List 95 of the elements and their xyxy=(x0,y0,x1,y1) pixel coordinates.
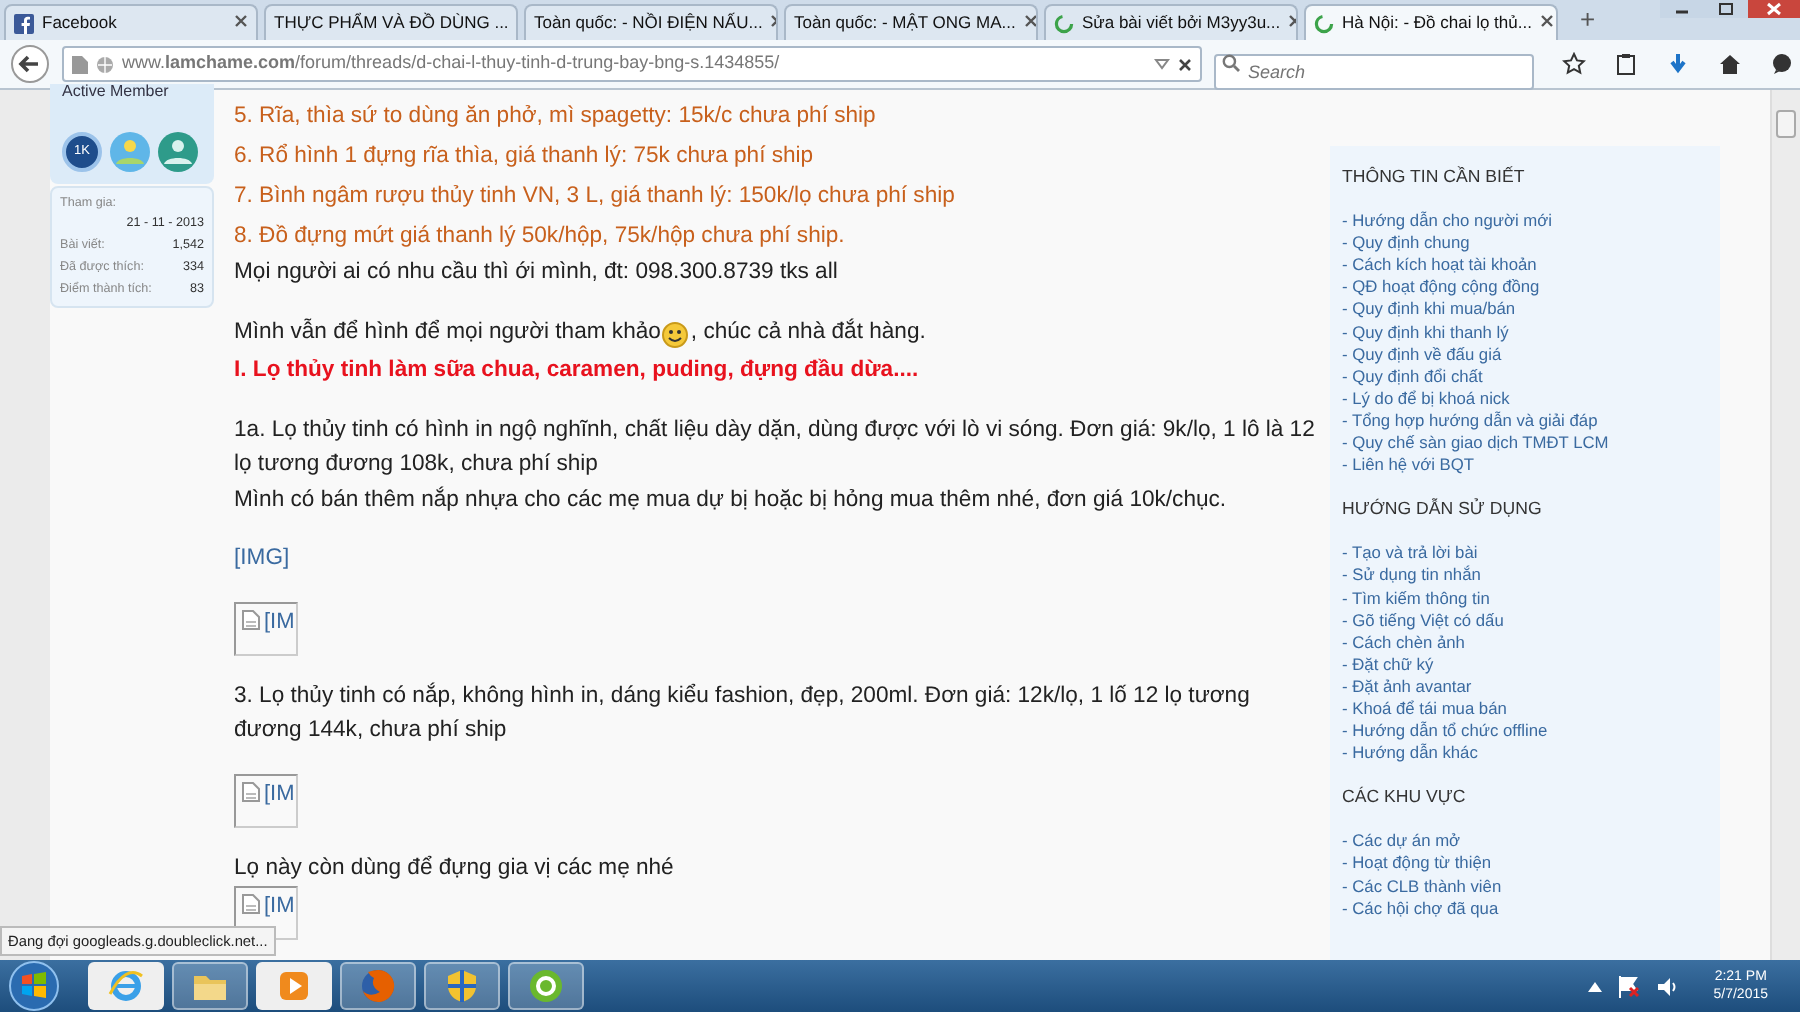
sidebar-link[interactable]: - Gõ tiếng Việt có dấu xyxy=(1342,609,1708,632)
sidebar-link[interactable]: - Đặt chữ ký xyxy=(1342,653,1708,676)
list-item-text: 5. Rĩa, thìa sứ to dùng ăn phở, mì spagetty: 15k/c chưa phí ship xyxy=(234,102,878,132)
sidebar-link[interactable]: - Hướng dẫn cho người mới xyxy=(1342,210,1708,233)
browser-icon xyxy=(108,968,144,1004)
close-icon xyxy=(234,13,248,28)
page-icon xyxy=(72,55,88,73)
sidebar-link[interactable]: - Sử dụng tin nhắn xyxy=(1342,564,1708,587)
flag-icon[interactable] xyxy=(1617,975,1640,997)
browser-tab[interactable]: Toàn quốc: - NỒI ĐIỆN NẤU... xyxy=(524,4,778,40)
sidebar-link[interactable]: - Đặt ảnh avantar xyxy=(1342,675,1708,698)
people-icon xyxy=(110,132,150,172)
globe-icon xyxy=(96,55,114,73)
star-icon[interactable] xyxy=(1562,52,1586,76)
back-icon[interactable] xyxy=(10,44,50,84)
loading-icon xyxy=(1314,13,1334,33)
taskbar-app[interactable] xyxy=(340,962,416,1010)
play-icon xyxy=(276,968,312,1004)
broken-image: [IM xyxy=(234,601,298,655)
chat-icon[interactable] xyxy=(1770,52,1794,76)
close-icon[interactable] xyxy=(1748,0,1800,18)
sidebar-link[interactable]: - Hướng dẫn khác xyxy=(1342,742,1708,765)
post-text: Lọ này còn dùng để đựng gia vị các mẹ nhé xyxy=(234,853,676,883)
browser-icon xyxy=(528,968,564,1004)
clipboard-icon[interactable] xyxy=(1614,52,1638,76)
minimize-icon[interactable] xyxy=(1660,0,1704,18)
start-icon[interactable] xyxy=(8,960,60,1012)
post-text: Mình có bán thêm nắp nhựa cho các mẹ mua dự bị hoặc bị hỏng mua thêm nhé, đơn giá 10k/chục. xyxy=(234,484,1229,515)
post-text: 1a. Lọ thủy tinh có hình in ngộ nghĩnh, chất liệu dày dặn, dùng được với lò vi sóng. Đơn giá: 9k/lọ, 1 lô là 12 lọ tương đương 108k, chưa phí ship xyxy=(234,415,1317,480)
post-text: Mọi người ai có nhu cầu thì ới mình, đt: 098.300.8739 tks all xyxy=(234,258,840,288)
sidebar-link[interactable]: - QĐ hoạt động cộng đồng xyxy=(1342,276,1708,299)
list-item-text: 8. Đồ đựng mứt giá thanh lý 50k/hộp, 75k/hộp chưa phí ship. xyxy=(234,222,847,252)
sidebar-link[interactable]: - Lý do để bị khoá nick xyxy=(1342,387,1708,410)
list-item-text: 7. Bình ngâm rượu thủy tinh VN, 3 L, giá thanh lý: 150k/lọ chưa phí ship xyxy=(234,182,957,212)
up-arrow-icon[interactable] xyxy=(1587,981,1602,991)
sidebar-link[interactable]: - Quy định đổi chất xyxy=(1342,365,1708,388)
sidebar-link[interactable]: - Hướng dẫn tổ chức offline xyxy=(1342,720,1708,743)
sidebar-link[interactable]: - Tạo và trả lời bài xyxy=(1342,542,1708,565)
broken-image: [IM xyxy=(234,773,298,827)
sidebar-link[interactable]: - Quy định chung xyxy=(1342,232,1708,255)
image-link[interactable]: [IMG] xyxy=(234,546,290,570)
section-title: THÔNG TIN CẦN BIẾT xyxy=(1342,166,1527,189)
scrollbar-thumb[interactable] xyxy=(1776,110,1796,138)
broken-image-icon xyxy=(242,894,260,914)
section-title: HƯỚNG DẪN SỬ DỤNG xyxy=(1342,498,1544,521)
taskbar-app[interactable] xyxy=(424,962,500,1010)
section-heading: I. Lọ thủy tinh làm sữa chua, caramen, puding, đựng đầu dừa.... xyxy=(234,356,921,386)
dropdown-icon[interactable] xyxy=(1154,58,1170,70)
close-icon xyxy=(1539,13,1554,28)
home-icon[interactable] xyxy=(1718,52,1742,76)
browser-tab[interactable]: Sửa bài viết bởi M3yy3u... xyxy=(1044,4,1298,40)
sidebar-link[interactable]: - Liên hệ với BQT xyxy=(1342,454,1708,477)
facebook-icon xyxy=(14,13,34,33)
scrollbar[interactable] xyxy=(1770,90,1800,960)
broken-image-icon xyxy=(242,609,260,629)
post-text: , chúc cả nhà đắt hàng. xyxy=(690,319,926,343)
download-icon[interactable] xyxy=(1666,52,1690,76)
search-icon xyxy=(1222,54,1240,72)
new-tab-button[interactable]: + xyxy=(1580,0,1596,40)
close-icon[interactable] xyxy=(1178,57,1192,71)
browser-icon xyxy=(360,968,396,1004)
sidebar-link[interactable]: - Quy định khi mua/bán xyxy=(1342,298,1708,322)
smiley-icon xyxy=(662,319,689,354)
browser-tab[interactable]: Facebook xyxy=(4,4,258,40)
sidebar-link[interactable]: - Quy định khi thanh lý xyxy=(1342,321,1708,344)
browser-tab[interactable]: Toàn quốc: - MẬT ONG MA... xyxy=(784,4,1038,40)
sidebar-link[interactable]: - Các CLB thành viên xyxy=(1342,875,1708,898)
address-bar[interactable]: www.lamchame.com/forum/threads/d-chai-l-thuy-tinh-d-trung-bay-bng-s.1434855/ xyxy=(62,46,1202,82)
list-item-text: 6. Rổ hình 1 đựng rĩa thìa, giá thanh lý: 75k chưa phí ship xyxy=(234,141,816,172)
taskbar-app[interactable] xyxy=(508,962,584,1010)
close-icon xyxy=(1023,13,1036,28)
browser-tab[interactable]: Hà Nội: - Đồ chai lọ thủ... xyxy=(1304,4,1558,40)
sidebar-link[interactable]: - Cách chèn ảnh xyxy=(1342,631,1708,654)
sidebar-link[interactable]: - Các hội chợ đã qua xyxy=(1342,897,1708,920)
browser-tab[interactable]: THỰC PHẨM VÀ ĐỒ DÙNG ... xyxy=(264,4,518,40)
post-text: Mình vẫn để hình để mọi người tham khảo xyxy=(234,319,661,343)
people-icon xyxy=(158,132,198,172)
member-title: Active Member xyxy=(62,84,171,100)
sidebar-link[interactable]: - Các dự án mở xyxy=(1342,830,1708,853)
sidebar-link[interactable]: - Quy chế sàn giao dịch TMĐT LCM xyxy=(1342,432,1708,455)
section-title: CÁC KHU VỰC xyxy=(1342,786,1468,809)
sidebar-link[interactable]: - Hoạt động từ thiện xyxy=(1342,852,1708,876)
restore-icon[interactable] xyxy=(1704,0,1748,18)
post-text: 3. Lọ thủy tinh có nắp, không hình in, dáng kiểu fashion, đẹp, 200ml. Đơn giá: 12k/lọ, 1 lố 12 lọ tương đương 144k, chưa phí ship xyxy=(234,680,1252,746)
taskbar-app[interactable] xyxy=(172,962,248,1010)
sidebar-link[interactable]: - Cách kích hoạt tài khoản xyxy=(1342,254,1708,277)
sidebar-link[interactable]: - Quy định về đấu giá xyxy=(1342,343,1708,366)
sidebar-link[interactable]: - Tổng hợp hướng dẫn và giải đáp xyxy=(1342,409,1708,433)
sidebar-link[interactable]: - Tìm kiếm thông tin xyxy=(1342,587,1708,610)
search-field[interactable]: Search xyxy=(1214,54,1534,90)
broken-image-icon xyxy=(242,781,260,801)
speaker-icon[interactable] xyxy=(1655,975,1678,997)
shield-icon xyxy=(444,968,480,1004)
loading-icon xyxy=(1054,13,1074,33)
sidebar-link[interactable]: - Khoá để tái mua bán xyxy=(1342,697,1708,721)
